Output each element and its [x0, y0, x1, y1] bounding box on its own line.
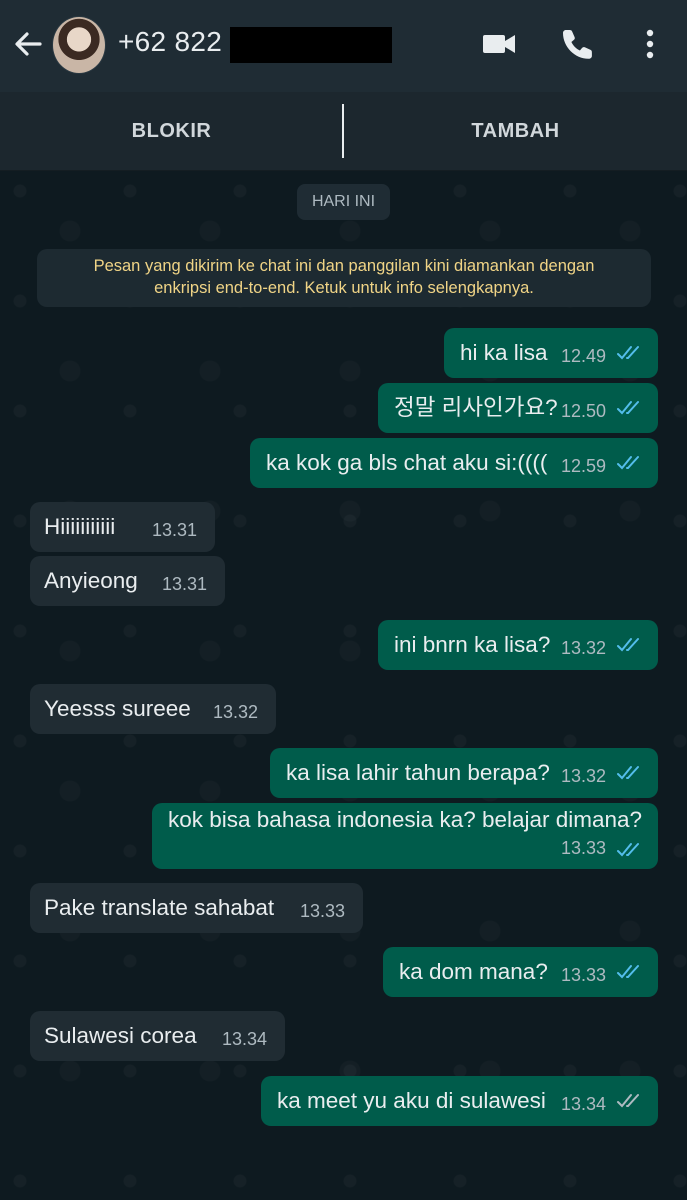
encryption-notice-line1: Pesan yang dikirim ke chat ini dan pangg… — [93, 257, 595, 275]
message-bubble-outgoing[interactable]: ka meet yu aku di sulawesi 13.34 — [261, 1076, 658, 1126]
avatar[interactable] — [52, 16, 106, 74]
message-bubble-incoming[interactable]: Sulawesi corea 13.34 — [30, 1011, 285, 1061]
message-text: 정말 리사인가요? — [394, 395, 558, 420]
message-time: 13.31 — [162, 574, 208, 594]
message-bubble-incoming[interactable]: Pake translate sahabat 13.33 — [30, 883, 363, 933]
message-text: ka lisa lahir tahun berapa? — [286, 760, 550, 785]
date-chip: HARI INI — [297, 184, 390, 220]
encryption-notice-line2: enkripsi end-to-end. Ketuk untuk info se… — [154, 279, 534, 297]
action-divider — [342, 104, 344, 158]
message-time: 13.33 — [561, 838, 607, 858]
message-time: 13.33 — [561, 965, 607, 985]
phone-icon[interactable] — [560, 26, 596, 62]
message-time: 13.32 — [561, 766, 607, 786]
message-text: Anyieong — [44, 568, 138, 593]
read-ticks-icon — [617, 965, 639, 979]
chat-header: +62 822 — [0, 0, 687, 92]
read-ticks-icon — [617, 346, 639, 360]
contact-name[interactable]: +62 822 — [118, 26, 222, 58]
message-text: Sulawesi corea — [44, 1023, 197, 1048]
message-time: 12.59 — [561, 456, 607, 476]
message-bubble-outgoing[interactable]: ka lisa lahir tahun berapa? 13.32 — [270, 748, 658, 798]
message-text: Hiiiiiiiiiii — [44, 514, 116, 539]
back-arrow-icon[interactable] — [12, 28, 44, 60]
message-bubble-outgoing[interactable]: kok bisa bahasa indonesia ka? belajar di… — [152, 803, 658, 869]
message-time: 13.34 — [561, 1094, 607, 1114]
message-text: hi ka lisa — [460, 340, 548, 365]
message-time: 13.32 — [213, 702, 259, 722]
message-time: 13.31 — [152, 520, 198, 540]
read-ticks-icon — [617, 766, 639, 780]
message-text: Yeesss sureee — [44, 696, 191, 721]
read-ticks-icon — [617, 843, 639, 857]
message-time: 13.33 — [300, 901, 346, 921]
message-text: ka dom mana? — [399, 959, 548, 984]
message-bubble-incoming[interactable]: Anyieong 13.31 — [30, 556, 225, 606]
message-time: 12.49 — [561, 346, 607, 366]
message-time: 13.32 — [561, 638, 607, 658]
message-bubble-outgoing[interactable]: ka kok ga bls chat aku si:(((( 12.59 — [250, 438, 658, 488]
redacted-number — [230, 27, 392, 63]
message-bubble-outgoing[interactable]: ini bnrn ka lisa? 13.32 — [378, 620, 658, 670]
message-bubble-outgoing[interactable]: ka dom mana? 13.33 — [383, 947, 658, 997]
message-time: 13.34 — [222, 1029, 268, 1049]
add-contact-button[interactable]: TAMBAH — [344, 92, 687, 170]
read-ticks-icon — [617, 638, 639, 652]
delivered-ticks-icon — [617, 1094, 639, 1108]
message-text: ka meet yu aku di sulawesi — [277, 1088, 546, 1113]
message-bubble-incoming[interactable]: Yeesss sureee 13.32 — [30, 684, 276, 734]
more-menu-icon[interactable] — [640, 26, 660, 62]
encryption-notice[interactable]: Pesan yang dikirim ke chat ini dan pangg… — [37, 249, 651, 307]
message-bubble-outgoing[interactable]: 정말 리사인가요? 12.50 — [378, 383, 658, 433]
message-bubble-outgoing[interactable]: hi ka lisa 12.49 — [444, 328, 658, 378]
block-button[interactable]: BLOKIR — [0, 92, 343, 170]
message-bubble-incoming[interactable]: Hiiiiiiiiiii 13.31 — [30, 502, 215, 552]
message-text: ini bnrn ka lisa? — [394, 632, 551, 657]
message-text: Pake translate sahabat — [44, 895, 275, 920]
read-ticks-icon — [617, 456, 639, 470]
read-ticks-icon — [617, 401, 639, 415]
video-call-icon[interactable] — [480, 26, 518, 62]
message-text: ka kok ga bls chat aku si:(((( — [266, 450, 548, 475]
message-time: 12.50 — [561, 401, 607, 421]
